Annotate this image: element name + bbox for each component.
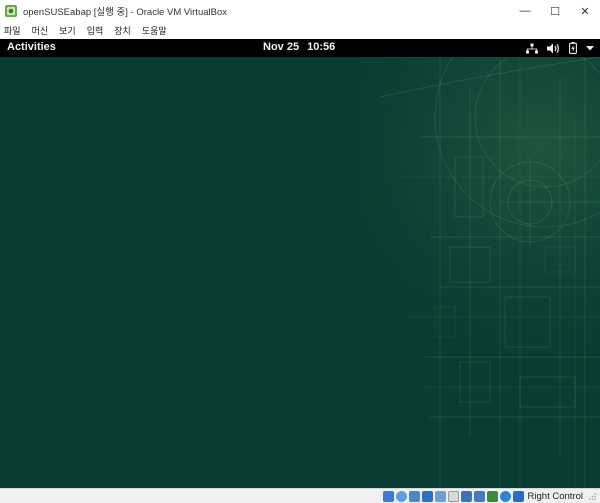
desktop-wallpaper	[0, 57, 600, 488]
menu-bar: 파일 머신 보기 입력 장치 도움말	[0, 22, 600, 39]
virtualization-icon[interactable]	[486, 490, 498, 502]
menu-view[interactable]: 보기	[59, 24, 76, 37]
system-menu-arrow-icon[interactable]	[586, 45, 594, 51]
status-bar: Right Control	[0, 488, 600, 503]
audio-icon[interactable]	[408, 490, 420, 502]
volume-icon[interactable]	[547, 43, 560, 54]
network-wired-icon[interactable]	[526, 43, 538, 54]
system-tray[interactable]	[517, 40, 594, 56]
keyboard-icon[interactable]	[512, 490, 524, 502]
activities-button[interactable]: Activities	[7, 41, 56, 53]
battery-icon[interactable]	[569, 42, 577, 54]
window-title-bar: openSUSEabap [실행 중] - Oracle VM VirtualB…	[0, 0, 600, 22]
menu-devices[interactable]: 장치	[114, 24, 131, 37]
shared-folders-icon[interactable]	[447, 490, 459, 502]
menu-machine[interactable]: 머신	[32, 24, 49, 37]
clock[interactable]: Nov 25 10:56	[263, 41, 335, 53]
minimize-button[interactable]: —	[510, 0, 540, 22]
host-key-label: Right Control	[527, 490, 583, 502]
clock-date: Nov 25	[263, 41, 300, 53]
network-icon[interactable]	[421, 490, 433, 502]
close-button[interactable]: ✕	[570, 0, 600, 22]
maximize-button[interactable]: ☐	[540, 0, 570, 22]
virtualbox-icon	[4, 4, 18, 18]
clock-time: 10:56	[307, 41, 336, 53]
hard-disk-icon[interactable]	[382, 490, 394, 502]
menu-input[interactable]: 입력	[87, 24, 104, 37]
menu-help[interactable]: 도움말	[142, 24, 167, 37]
video-capture-icon[interactable]	[473, 490, 485, 502]
gnome-top-panel: Activities Nov 25 10:56	[0, 39, 600, 57]
display-icon[interactable]	[460, 490, 472, 502]
menu-file[interactable]: 파일	[4, 24, 21, 37]
usb-icon[interactable]	[434, 490, 446, 502]
mouse-integration-icon[interactable]	[499, 490, 511, 502]
optical-drive-icon[interactable]	[395, 490, 407, 502]
resize-grip-icon[interactable]	[588, 492, 596, 500]
window-title: openSUSEabap [실행 중] - Oracle VM VirtualB…	[23, 7, 227, 18]
guest-display[interactable]: Activities Nov 25 10:56	[0, 39, 600, 488]
